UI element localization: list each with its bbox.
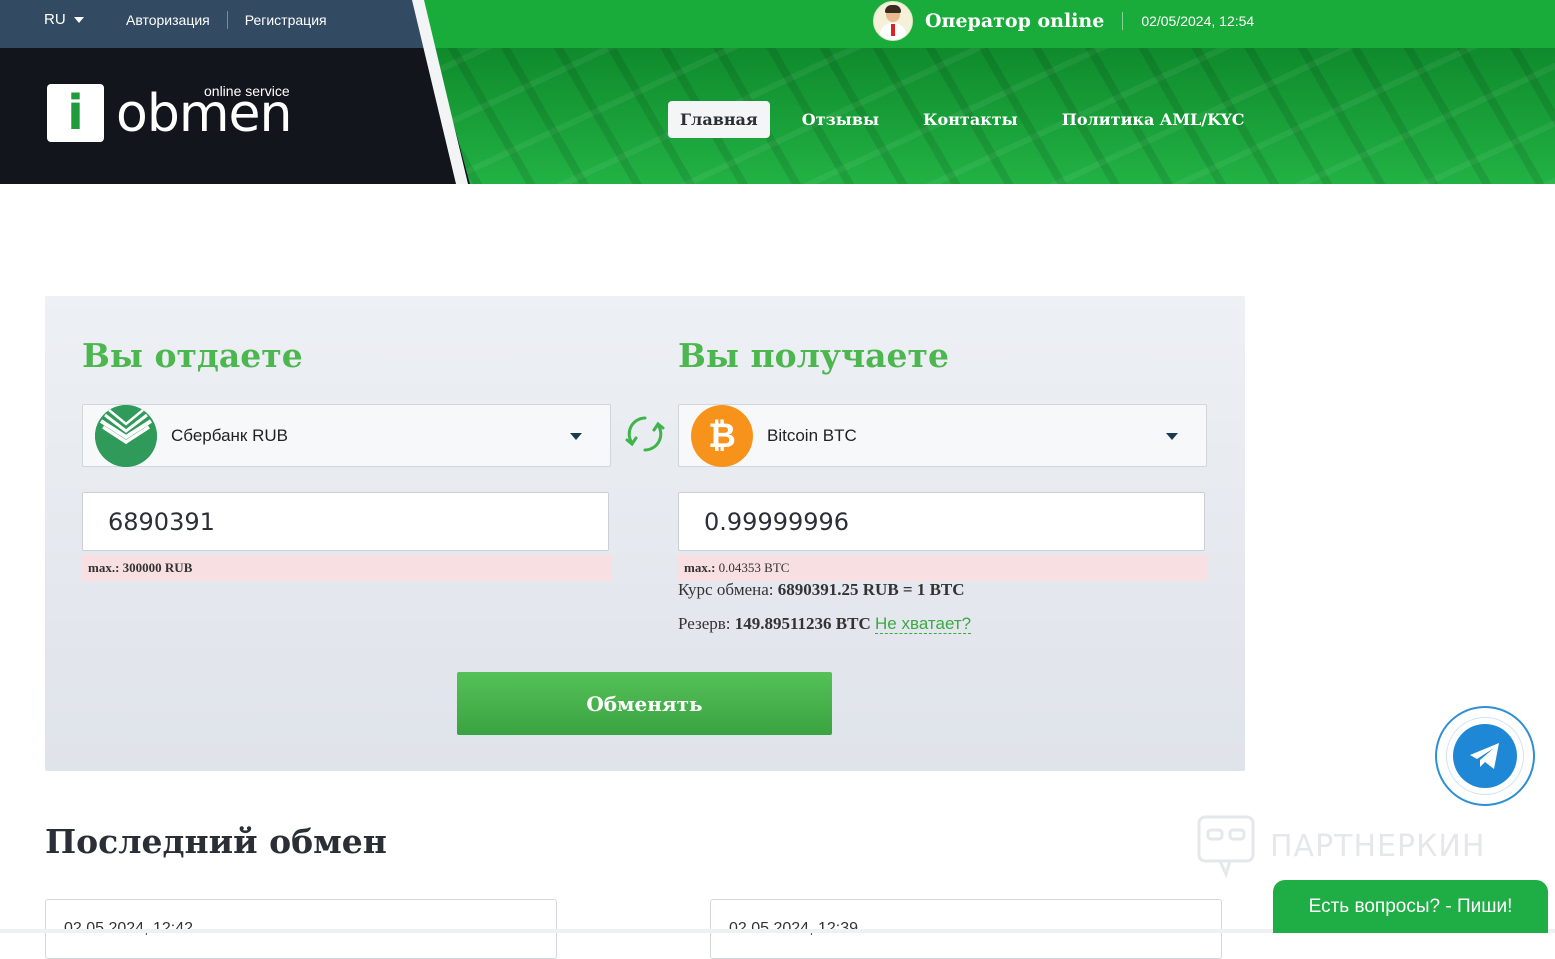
nav-item-home[interactable]: Главная <box>668 101 770 138</box>
exchange-form: Вы отдаете Сбербанк RUB 6890391 max.: 30… <box>45 296 1245 771</box>
login-link[interactable]: Авторизация <box>126 12 210 28</box>
get-title: Вы получаете <box>678 336 949 375</box>
chevron-down-icon <box>73 16 84 23</box>
watermark: ПАРТНЕРКИН <box>1196 814 1485 878</box>
operator-status-text: Оператор online <box>925 10 1105 32</box>
logo-icon: i <box>47 84 104 142</box>
reserve-info: Резерв: 149.89511236 BTC Не хватает? <box>678 614 972 634</box>
get-amount-input[interactable]: 0.99999996 <box>678 492 1205 551</box>
main-nav: Главная Отзывы Контакты Политика AML/KYC <box>668 101 1277 138</box>
give-currency-select[interactable]: Сбербанк RUB <box>82 404 611 467</box>
get-max-warning: max.: 0.04353 BTC <box>678 555 1207 581</box>
nav-item-aml-policy[interactable]: Политика AML/KYC <box>1050 101 1257 138</box>
bitcoin-icon: ₿ <box>691 404 753 467</box>
watermark-text: ПАРТНЕРКИН <box>1270 828 1486 864</box>
nav-item-contacts[interactable]: Контакты <box>911 101 1030 138</box>
last-exchange-title: Последний обмен <box>45 822 387 861</box>
current-datetime: 02/05/2024, 12:54 <box>1141 13 1255 29</box>
rate-label: Курс обмена: <box>678 580 774 599</box>
logo-tagline: online service <box>204 83 290 99</box>
exchange-button[interactable]: Обменять <box>457 672 832 735</box>
register-link[interactable]: Регистрация <box>245 12 327 28</box>
give-max-value: 300000 RUB <box>122 560 193 575</box>
exchange-rate: Курс обмена: 6890391.25 RUB = 1 BTC <box>678 580 965 600</box>
give-max-warning: max.: 300000 RUB <box>82 555 611 581</box>
operator-status: Оператор online 02/05/2024, 12:54 <box>873 1 1254 41</box>
reserve-value: 149.89511236 BTC <box>734 614 871 633</box>
watermark-logo-icon <box>1197 815 1255 878</box>
operator-avatar-icon <box>873 1 913 41</box>
give-amount-input[interactable]: 6890391 <box>82 492 609 551</box>
get-currency-name: Bitcoin BTC <box>767 425 857 445</box>
rate-value: 6890391.25 RUB = 1 BTC <box>777 580 965 599</box>
auth-links: Авторизация Регистрация <box>126 11 327 29</box>
language-selector[interactable]: RU <box>44 11 84 28</box>
telegram-button[interactable] <box>1435 706 1535 806</box>
max-label: max.: <box>684 560 716 575</box>
give-title: Вы отдаете <box>82 336 303 375</box>
telegram-icon <box>1453 724 1517 788</box>
not-enough-link[interactable]: Не хватает? <box>875 614 972 634</box>
divider <box>1122 12 1124 30</box>
nav-item-reviews[interactable]: Отзывы <box>790 101 891 138</box>
sberbank-icon <box>95 404 157 467</box>
max-label: max.: <box>88 560 120 575</box>
divider <box>226 11 228 29</box>
swap-currencies-icon[interactable] <box>624 413 666 455</box>
chevron-down-icon <box>570 433 582 440</box>
give-currency-name: Сбербанк RUB <box>171 425 288 445</box>
chat-widget-button[interactable]: Есть вопросы? - Пиши! <box>1273 880 1548 933</box>
reserve-label: Резерв: <box>678 614 731 633</box>
language-label: RU <box>44 11 66 28</box>
get-currency-select[interactable]: ₿ Bitcoin BTC <box>678 404 1207 467</box>
chevron-down-icon <box>1166 433 1178 440</box>
site-logo[interactable]: i obmen online service <box>47 83 292 142</box>
get-max-value: 0.04353 BTC <box>718 560 790 575</box>
